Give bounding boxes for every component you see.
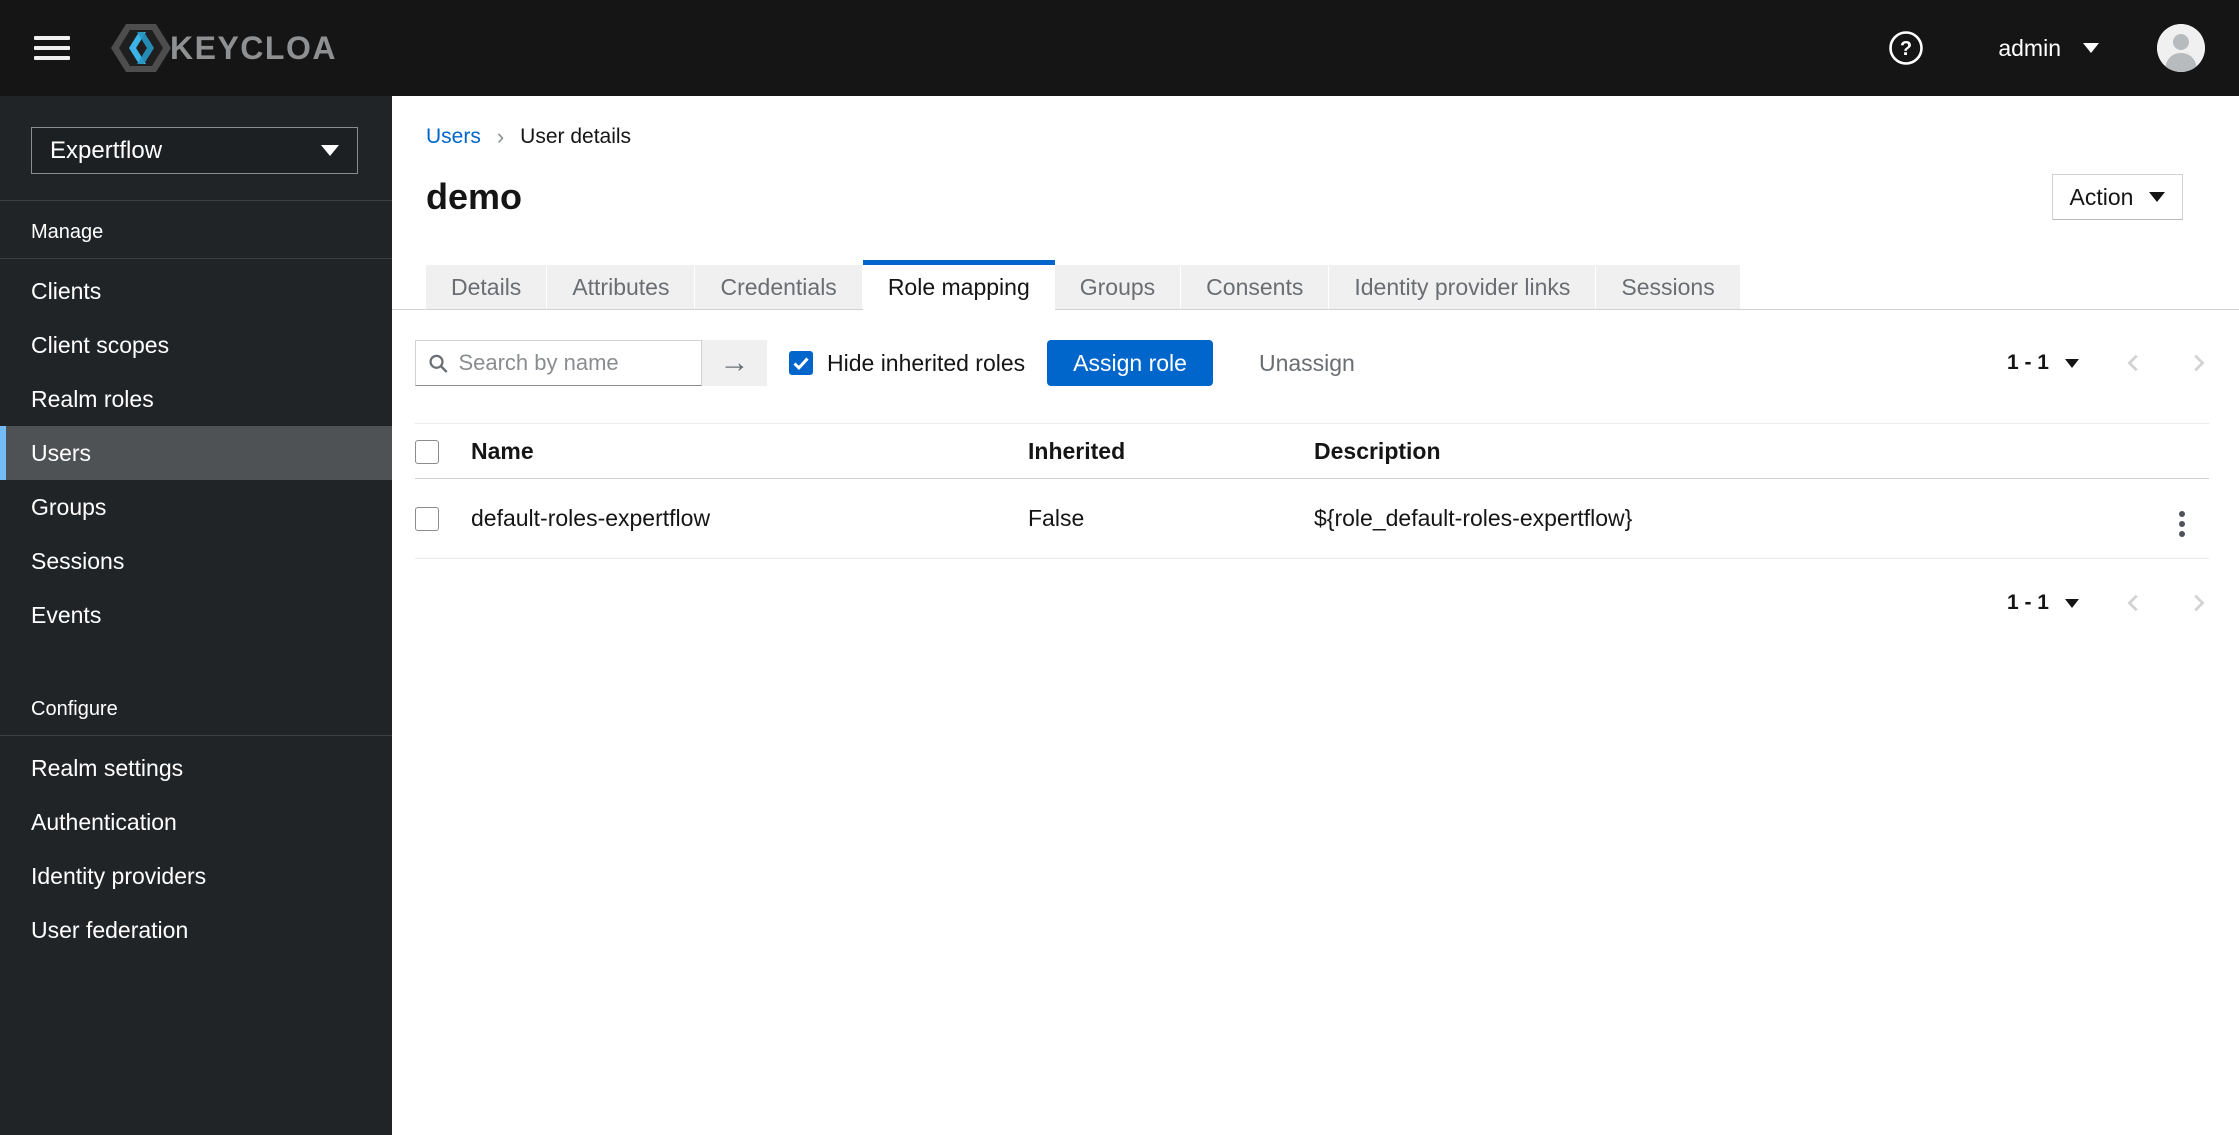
tab-details[interactable]: Details bbox=[426, 265, 548, 309]
masthead: KEYCLOAK ? admin bbox=[0, 0, 2239, 96]
nav-section-configure: Configure bbox=[0, 678, 392, 736]
user-dropdown[interactable]: admin bbox=[1998, 35, 2099, 62]
tab-credentials[interactable]: Credentials bbox=[695, 265, 863, 309]
search-submit-button[interactable]: → bbox=[702, 340, 767, 386]
chevron-down-icon bbox=[321, 145, 339, 156]
realm-selector[interactable]: Expertflow bbox=[31, 127, 358, 174]
pagination-nav bbox=[2123, 352, 2209, 374]
avatar[interactable] bbox=[2157, 24, 2205, 72]
breadcrumb-separator-icon: › bbox=[496, 124, 505, 149]
keycloak-logo[interactable]: KEYCLOAK bbox=[108, 21, 338, 75]
cell-description: ${role_default-roles-expertflow} bbox=[1298, 478, 2149, 559]
sidebar-item-users[interactable]: Users bbox=[0, 426, 392, 480]
action-dropdown-label: Action bbox=[2069, 183, 2134, 210]
check-icon bbox=[793, 357, 809, 370]
avatar-icon bbox=[2157, 24, 2205, 72]
pagination-options-caret-icon[interactable] bbox=[2065, 598, 2079, 608]
next-page-button[interactable] bbox=[2187, 592, 2209, 614]
sidebar-item-user-federation[interactable]: User federation bbox=[0, 903, 392, 957]
pagination-top: 1 - 1 bbox=[2007, 351, 2209, 375]
column-header-actions bbox=[2149, 423, 2209, 479]
pagination-range: 1 - 1 bbox=[2006, 351, 2049, 374]
pagination-range: 1 - 1 bbox=[2006, 591, 2049, 614]
brand-text: KEYCLOAK bbox=[170, 30, 338, 66]
sidebar-item-identity-providers[interactable]: Identity providers bbox=[0, 849, 392, 903]
nav-list-configure: Realm settings Authentication Identity p… bbox=[0, 736, 392, 957]
hamburger-bar bbox=[34, 46, 70, 50]
tab-consents[interactable]: Consents bbox=[1181, 265, 1330, 309]
hide-inherited-checkbox[interactable] bbox=[789, 351, 813, 375]
previous-page-button[interactable] bbox=[2123, 592, 2145, 614]
action-dropdown-button[interactable]: Action bbox=[2052, 174, 2183, 220]
masthead-right: ? admin bbox=[1888, 24, 2239, 72]
main-content: Users › User details demo Action Details… bbox=[392, 96, 2239, 1135]
chevron-right-icon bbox=[2194, 354, 2205, 372]
tab-sessions[interactable]: Sessions bbox=[1596, 265, 1741, 309]
table-header-row: Name Inherited Description bbox=[415, 423, 2209, 479]
keycloak-logo-icon: KEYCLOAK bbox=[111, 24, 338, 72]
page-title: demo bbox=[426, 176, 523, 217]
next-page-button[interactable] bbox=[2187, 352, 2209, 374]
realm-selector-value: Expertflow bbox=[50, 136, 163, 164]
sidebar-item-realm-settings[interactable]: Realm settings bbox=[0, 741, 392, 795]
breadcrumb-link-users[interactable]: Users bbox=[426, 125, 481, 149]
tab-identity-provider-links[interactable]: Identity provider links bbox=[1329, 265, 1597, 309]
sidebar-item-clients[interactable]: Clients bbox=[0, 264, 392, 318]
sidebar-item-groups[interactable]: Groups bbox=[0, 480, 392, 534]
nav-list-manage: Clients Client scopes Realm roles Users … bbox=[0, 259, 392, 642]
search-box bbox=[415, 340, 702, 386]
select-all-checkbox[interactable] bbox=[415, 439, 439, 464]
row-kebab-menu[interactable] bbox=[2171, 507, 2193, 541]
cell-role-name: default-roles-expertflow bbox=[455, 478, 1012, 559]
column-header-name: Name bbox=[455, 423, 1012, 479]
chevron-left-icon bbox=[2127, 594, 2138, 612]
tab-groups[interactable]: Groups bbox=[1054, 265, 1182, 309]
hamburger-bar bbox=[34, 36, 70, 40]
tabs: Details Attributes Credentials Role mapp… bbox=[392, 260, 2239, 310]
sidebar-item-authentication[interactable]: Authentication bbox=[0, 795, 392, 849]
pagination-nav bbox=[2123, 592, 2209, 614]
sidebar: Expertflow Manage Clients Client scopes … bbox=[0, 96, 392, 1135]
hide-inherited-label[interactable]: Hide inherited roles bbox=[827, 350, 1025, 377]
assign-role-button[interactable]: Assign role bbox=[1047, 340, 1213, 386]
unassign-button[interactable]: Unassign bbox=[1259, 350, 1355, 377]
sidebar-item-sessions[interactable]: Sessions bbox=[0, 534, 392, 588]
search-input[interactable] bbox=[458, 350, 701, 376]
sidebar-item-client-scopes[interactable]: Client scopes bbox=[0, 318, 392, 372]
search-icon bbox=[429, 354, 448, 373]
hide-inherited-control: Hide inherited roles bbox=[789, 350, 1025, 377]
pagination-options-caret-icon[interactable] bbox=[2065, 358, 2079, 368]
chevron-down-icon bbox=[2149, 192, 2166, 202]
previous-page-button[interactable] bbox=[2123, 352, 2145, 374]
chevron-left-icon bbox=[2127, 354, 2138, 372]
nav-gap bbox=[0, 642, 392, 678]
breadcrumb-current: User details bbox=[520, 125, 632, 148]
toolbar: → Hide inherited roles Assign role Unass… bbox=[392, 310, 2239, 412]
breadcrumb: Users › User details bbox=[392, 96, 2239, 150]
sidebar-item-events[interactable]: Events bbox=[0, 588, 392, 642]
sidebar-item-realm-roles[interactable]: Realm roles bbox=[0, 372, 392, 426]
help-icon[interactable]: ? bbox=[1888, 30, 1924, 66]
tab-role-mapping[interactable]: Role mapping bbox=[862, 260, 1055, 309]
pagination-bottom: 1 - 1 bbox=[2007, 591, 2209, 615]
username: admin bbox=[1998, 34, 2061, 61]
svg-text:?: ? bbox=[1900, 38, 1912, 60]
nav-section-manage: Manage bbox=[0, 201, 392, 259]
search-group: → bbox=[415, 340, 767, 386]
column-header-inherited: Inherited bbox=[1012, 423, 1298, 479]
tab-attributes[interactable]: Attributes bbox=[547, 265, 696, 309]
hamburger-bar bbox=[34, 56, 70, 60]
role-mapping-table: Name Inherited Description default-roles… bbox=[415, 423, 2209, 559]
chevron-right-icon bbox=[2194, 594, 2205, 612]
pagination-bottom-wrapper: 1 - 1 bbox=[392, 559, 2239, 615]
cell-inherited: False bbox=[1012, 478, 1298, 559]
table-row: default-roles-expertflow False ${role_de… bbox=[415, 478, 2209, 559]
chevron-down-icon bbox=[2083, 43, 2099, 53]
title-row: demo Action bbox=[392, 150, 2239, 220]
column-header-description: Description bbox=[1298, 423, 2149, 479]
nav-toggle-button[interactable] bbox=[34, 30, 70, 66]
row-select-checkbox[interactable] bbox=[415, 506, 439, 531]
